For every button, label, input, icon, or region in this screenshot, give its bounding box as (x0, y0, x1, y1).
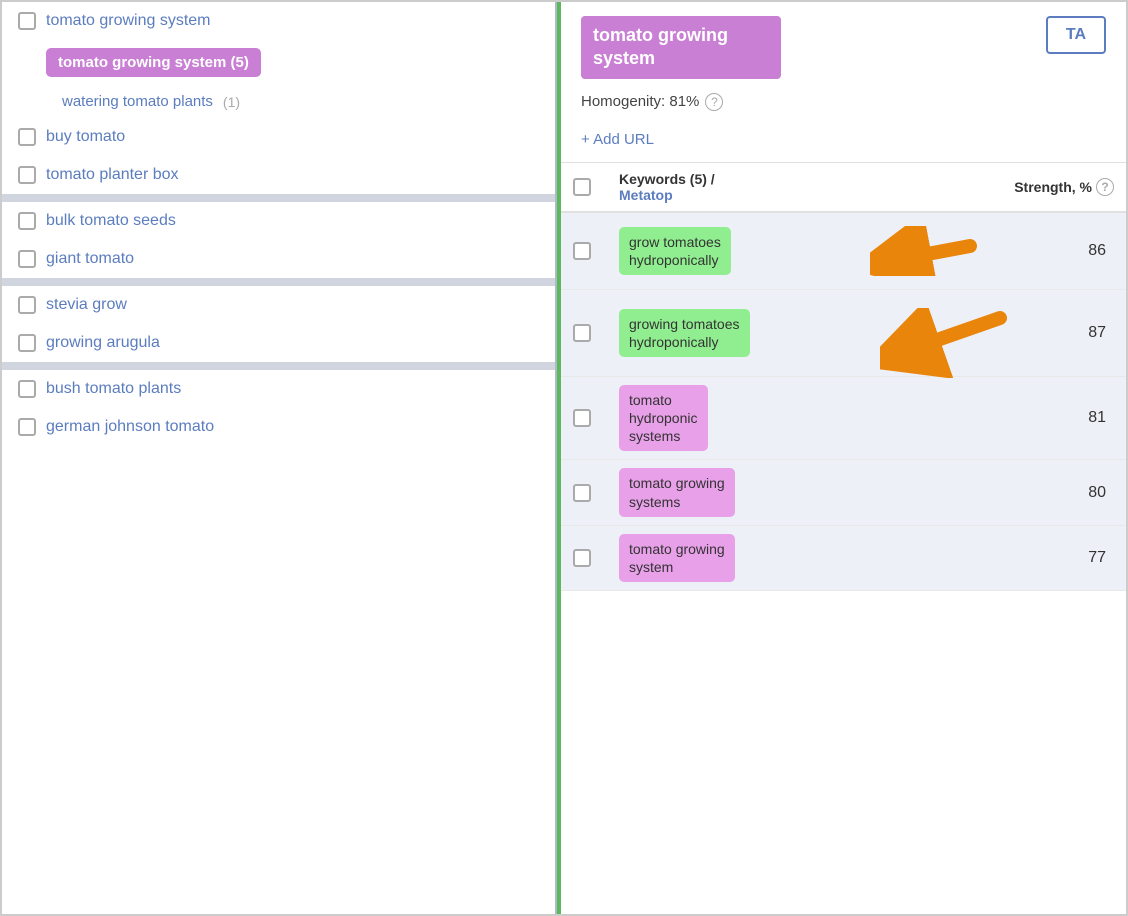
separator (2, 362, 555, 370)
item-label: giant tomato (46, 250, 134, 268)
homogeneity-row: Homogenity: 81% ? (581, 87, 1106, 121)
keyword-pill: tomato growingsystems (619, 468, 735, 516)
strength-help-icon[interactable]: ? (1096, 178, 1114, 196)
list-item[interactable]: giant tomato (2, 240, 555, 278)
table-header: Keywords (5) / Metatop Strength, % ? (561, 163, 1126, 213)
list-item[interactable]: buy tomato (2, 118, 555, 156)
keyword-pill: growing tomatoeshydroponically (619, 309, 750, 357)
item-label: german johnson tomato (46, 418, 214, 436)
right-header: tomato growing system TA Homogenity: 81%… (561, 2, 1126, 163)
row-checkbox[interactable] (573, 484, 591, 502)
checkbox[interactable] (18, 212, 36, 230)
item-label: tomato planter box (46, 166, 179, 184)
orange-arrow-2 (880, 308, 1010, 378)
sub-item-label: watering tomato plants (62, 93, 213, 110)
row-checkbox[interactable] (573, 324, 591, 342)
strength-value: 87 (994, 324, 1114, 342)
active-pill-count: (5) (231, 54, 249, 71)
sub-item-count: (1) (223, 94, 240, 110)
right-panel: tomato growing system TA Homogenity: 81%… (557, 2, 1126, 914)
keyword-title-row: tomato growing system TA (581, 16, 1106, 79)
strength-value: 80 (994, 484, 1114, 502)
list-item[interactable]: bulk tomato seeds (2, 202, 555, 240)
checkbox[interactable] (18, 334, 36, 352)
active-pill[interactable]: tomato growing system (5) (46, 48, 261, 77)
separator (2, 194, 555, 202)
checkbox[interactable] (18, 128, 36, 146)
col-keywords-label: Keywords (5) / (619, 171, 886, 187)
item-label: bush tomato plants (46, 380, 181, 398)
list-item[interactable]: tomato growing system (2, 2, 555, 40)
checkbox[interactable] (18, 296, 36, 314)
help-icon[interactable]: ? (705, 93, 723, 111)
add-url-link[interactable]: + Add URL (581, 121, 1106, 162)
checkbox[interactable] (18, 250, 36, 268)
keyword-pill: grow tomatoeshydroponically (619, 227, 731, 275)
active-group-item: tomato growing system (5) (2, 40, 555, 85)
keyword-title-box: tomato growing system (581, 16, 781, 79)
table-row: growing tomatoeshydroponically 87 (561, 290, 1126, 377)
header-checkbox[interactable] (573, 178, 591, 196)
keyword-table: Keywords (5) / Metatop Strength, % ? gro… (561, 163, 1126, 914)
checkbox[interactable] (18, 380, 36, 398)
row-checkbox[interactable] (573, 549, 591, 567)
list-item[interactable]: tomato planter box (2, 156, 555, 194)
table-row: tomatohydroponicsystems 81 (561, 377, 1126, 461)
list-item[interactable]: german johnson tomato (2, 408, 555, 446)
strength-value: 81 (994, 409, 1114, 427)
checkbox[interactable] (18, 12, 36, 30)
item-label: growing arugula (46, 334, 160, 352)
item-label: buy tomato (46, 128, 125, 146)
item-label: bulk tomato seeds (46, 212, 176, 230)
table-row: grow tomatoeshydroponically 86 (561, 213, 1126, 290)
checkbox[interactable] (18, 418, 36, 436)
col-metatop-label: Metatop (619, 187, 886, 203)
checkbox[interactable] (18, 166, 36, 184)
table-row: tomato growingsystems 80 (561, 460, 1126, 525)
homogeneity-text: Homogenity: 81% (581, 93, 699, 110)
ta-button[interactable]: TA (1046, 16, 1106, 54)
active-pill-label: tomato growing system (58, 54, 226, 71)
item-label: tomato growing system (46, 12, 211, 30)
table-row: tomato growingsystem 77 (561, 526, 1126, 591)
separator (2, 278, 555, 286)
keyword-pill: tomatohydroponicsystems (619, 385, 708, 452)
list-item[interactable]: growing arugula (2, 324, 555, 362)
list-item[interactable]: bush tomato plants (2, 370, 555, 408)
list-item[interactable]: stevia grow (2, 286, 555, 324)
left-panel: tomato growing system tomato growing sys… (2, 2, 557, 914)
orange-arrow-1 (870, 226, 980, 276)
col-strength: Strength, % ? (994, 178, 1114, 196)
row-checkbox[interactable] (573, 409, 591, 427)
col-keywords: Keywords (5) / Metatop (619, 171, 886, 203)
keyword-pill: tomato growingsystem (619, 534, 735, 582)
strength-value: 77 (994, 549, 1114, 567)
strength-value: 86 (994, 242, 1114, 260)
row-checkbox[interactable] (573, 242, 591, 260)
header-checkbox-col (573, 178, 615, 196)
sub-item[interactable]: watering tomato plants (1) (2, 85, 555, 118)
col-strength-label: Strength, % (1014, 179, 1092, 195)
item-label: stevia grow (46, 296, 127, 314)
